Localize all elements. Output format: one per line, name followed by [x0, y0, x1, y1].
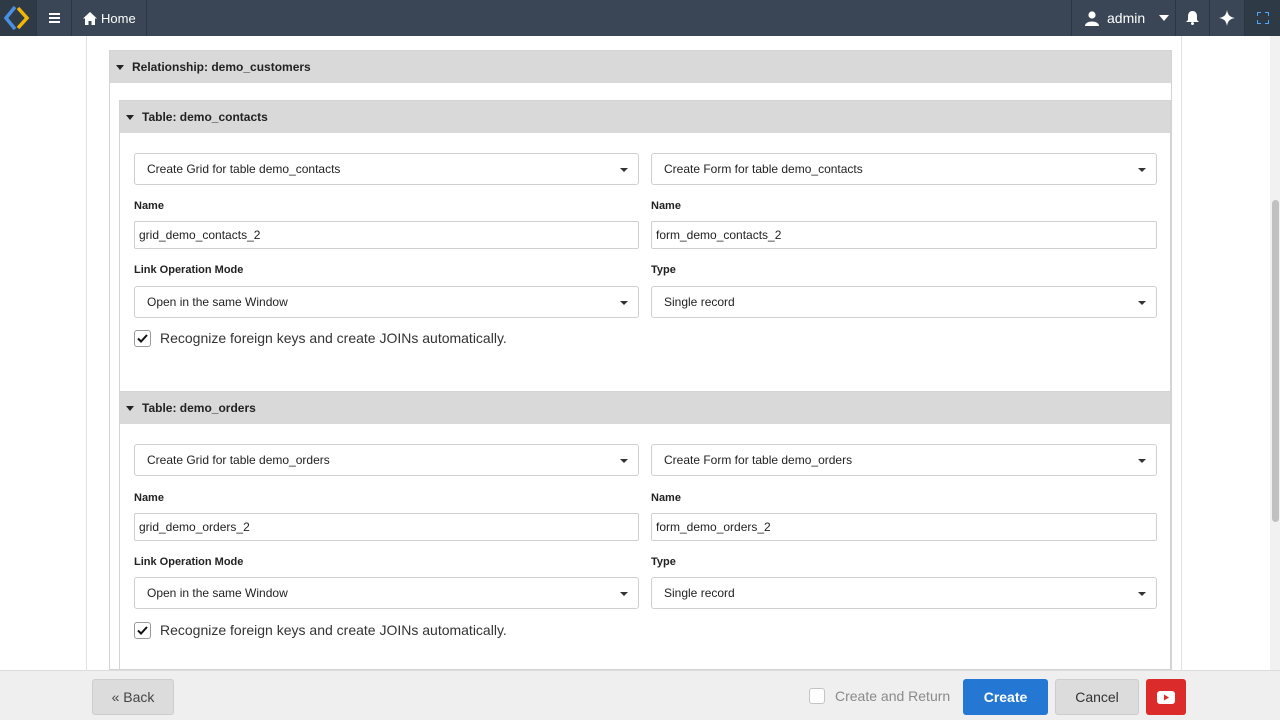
link-mode-select-contacts[interactable]: Open in the same Window: [134, 286, 639, 318]
vertical-scrollbar[interactable]: [1270, 36, 1280, 670]
home-icon: [83, 11, 97, 25]
chevron-down-icon: [1138, 592, 1146, 596]
checkmark-icon: [137, 626, 148, 635]
type-label: Type: [651, 264, 676, 276]
type-value: Single record: [664, 295, 735, 309]
relationship-header[interactable]: Relationship: demo_customers: [110, 51, 1171, 83]
link-mode-select-orders[interactable]: Open in the same Window: [134, 577, 639, 609]
type-select-orders[interactable]: Single record: [651, 577, 1157, 609]
fullscreen-icon[interactable]: [1245, 0, 1280, 36]
link-mode-label: Link Operation Mode: [134, 556, 244, 568]
scrollbar-thumb[interactable]: [1272, 200, 1279, 522]
form-select-contacts[interactable]: Create Form for table demo_contacts: [651, 153, 1157, 185]
menu-icon[interactable]: [36, 0, 72, 36]
bell-icon[interactable]: [1176, 0, 1210, 36]
home-label: Home: [101, 10, 136, 26]
create-and-return-label: Create and Return: [835, 688, 951, 704]
type-value: Single record: [664, 586, 735, 600]
relationship-title: Relationship: demo_customers: [132, 60, 311, 74]
chevron-down-icon: [620, 459, 628, 463]
type-select-contacts[interactable]: Single record: [651, 286, 1157, 318]
back-button[interactable]: « Back: [92, 679, 174, 715]
video-help-button[interactable]: [1146, 679, 1186, 715]
grid-select-value: Create Grid for table demo_contacts: [147, 162, 341, 176]
table-header-contacts[interactable]: Table: demo_contacts: [120, 101, 1170, 133]
grid-select-contacts[interactable]: Create Grid for table demo_contacts: [134, 153, 639, 185]
grid-select-orders[interactable]: Create Grid for table demo_orders: [134, 444, 639, 476]
chevron-down-icon: [620, 168, 628, 172]
sparkle-icon[interactable]: [1210, 0, 1245, 36]
chevron-down-icon: [620, 592, 628, 596]
home-tab[interactable]: Home: [73, 0, 147, 36]
grid-select-value: Create Grid for table demo_orders: [147, 453, 330, 467]
grid-name-label: Name: [134, 200, 164, 212]
link-mode-value: Open in the same Window: [147, 586, 288, 600]
top-navbar: Home admin: [0, 0, 1280, 36]
fk-checkbox-contacts[interactable]: [134, 330, 151, 347]
grid-name-label: Name: [134, 492, 164, 504]
grid-name-input-contacts[interactable]: [134, 221, 639, 249]
caret-down-icon: [126, 114, 134, 120]
chevron-down-icon: [1138, 459, 1146, 463]
chevron-down-icon: [1159, 15, 1170, 21]
footer-toolbar: « Back Create and Return Create Cancel: [0, 670, 1280, 720]
create-and-return-checkbox[interactable]: [809, 688, 825, 704]
form-name-label: Name: [651, 200, 681, 212]
link-mode-label: Link Operation Mode: [134, 264, 244, 276]
chevron-down-icon: [1138, 301, 1146, 305]
form-name-input-contacts[interactable]: [651, 221, 1157, 249]
fk-checkbox-orders[interactable]: [134, 622, 151, 639]
chevron-down-icon: [1138, 168, 1146, 172]
form-select-value: Create Form for table demo_orders: [664, 453, 853, 467]
table-title: Table: demo_orders: [142, 401, 256, 415]
table-header-orders[interactable]: Table: demo_orders: [120, 392, 1170, 424]
chevron-down-icon: [620, 301, 628, 305]
cancel-button[interactable]: Cancel: [1055, 679, 1139, 715]
link-mode-value: Open in the same Window: [147, 295, 288, 309]
type-label: Type: [651, 556, 676, 568]
fk-label-orders: Recognize foreign keys and create JOINs …: [160, 622, 507, 638]
youtube-play-icon: [1157, 690, 1175, 704]
user-name: admin: [1107, 10, 1146, 26]
table-title: Table: demo_contacts: [142, 110, 268, 124]
user-menu[interactable]: admin: [1071, 0, 1176, 36]
logo-icon[interactable]: [0, 0, 36, 36]
form-select-orders[interactable]: Create Form for table demo_orders: [651, 444, 1157, 476]
form-name-label: Name: [651, 492, 681, 504]
form-select-value: Create Form for table demo_contacts: [664, 162, 863, 176]
create-button[interactable]: Create: [963, 679, 1048, 715]
checkmark-icon: [137, 334, 148, 343]
main-content[interactable]: Relationship: demo_customers Table: demo…: [0, 36, 1270, 670]
caret-down-icon: [126, 405, 134, 411]
user-icon: [1085, 10, 1099, 26]
fk-label-contacts: Recognize foreign keys and create JOINs …: [160, 330, 507, 346]
grid-name-input-orders[interactable]: [134, 513, 639, 541]
caret-down-icon: [116, 64, 124, 70]
form-name-input-orders[interactable]: [651, 513, 1157, 541]
